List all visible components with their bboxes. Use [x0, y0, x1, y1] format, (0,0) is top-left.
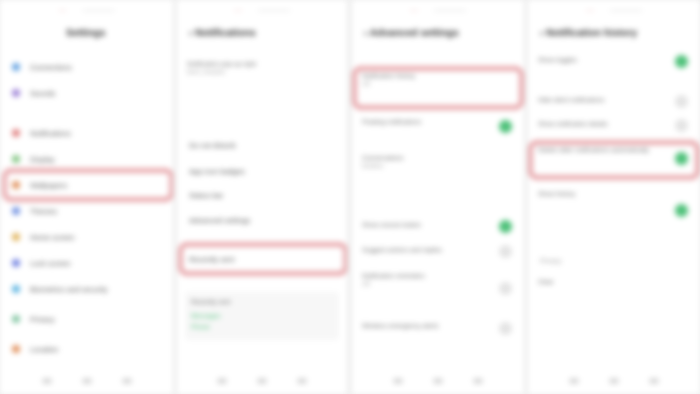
location-icon [12, 345, 20, 353]
recents-button[interactable] [393, 378, 403, 384]
recent-entry[interactable]: Phone [191, 323, 309, 332]
snooze-toggle[interactable] [499, 220, 512, 233]
history-item-show-history[interactable]: Show history [538, 190, 670, 199]
status-bar: ··· ············ [58, 6, 115, 15]
history-item-hide-silent[interactable]: Hide silent notifications [538, 96, 670, 105]
adv-item-floating-notifications[interactable]: Floating notifications [362, 118, 494, 127]
settings-item-privacy[interactable]: Privacy [12, 312, 163, 326]
show-toggles-toggle[interactable] [675, 55, 688, 68]
highlight-advanced-settings [178, 242, 347, 276]
page-title: ‹ Notification history [540, 28, 638, 39]
highlight-delete-older [528, 140, 700, 180]
back-button[interactable] [649, 378, 659, 384]
home-button[interactable] [433, 378, 443, 384]
display-icon [12, 155, 20, 163]
status-bar: ··· ············ [234, 6, 290, 15]
recent-card: Recently sent Messages Phone [185, 292, 339, 340]
floating-notifications-toggle[interactable] [499, 120, 512, 133]
history-item-show-toggles[interactable]: Show toggles [538, 56, 670, 65]
nav-bar [177, 378, 347, 384]
settings-item-notifications[interactable]: Notifications [12, 126, 163, 140]
home-button[interactable] [257, 378, 267, 384]
notifications-icon [12, 129, 20, 137]
adv-item-reminders[interactable]: Notification reminders Off [362, 272, 494, 290]
emergency-alerts-toggle[interactable] [499, 322, 512, 335]
nav-bar [0, 378, 173, 384]
suggest-actions-toggle[interactable] [499, 245, 512, 258]
themes-icon [12, 207, 20, 215]
screen-advanced-settings: ··· ············ ‹ Advanced settings Not… [352, 0, 524, 394]
settings-item-lock-screen[interactable]: Lock screen [12, 256, 163, 270]
back-button[interactable] [297, 378, 307, 384]
notif-item-app-icon-badges[interactable]: App icon badges [189, 164, 337, 178]
settings-item-sounds[interactable]: Sounds [12, 86, 163, 100]
home-button[interactable] [81, 378, 92, 384]
nav-bar [352, 378, 524, 384]
back-button[interactable] [121, 378, 132, 384]
recent-entry[interactable]: Messages [191, 312, 309, 321]
notif-item-do-not-disturb[interactable]: Do not disturb [189, 138, 337, 152]
notif-item-status-bar[interactable]: Status bar [189, 188, 337, 202]
adv-item-suggest-actions[interactable]: Suggest actions and replies [362, 246, 494, 255]
settings-item-home-screen[interactable]: Home screen [12, 230, 163, 244]
screen-settings: ··· ············ Settings Connections So… [0, 0, 173, 394]
section-label: Privacy [540, 258, 562, 265]
privacy-icon [12, 315, 20, 323]
nav-bar [528, 378, 700, 384]
home-screen-icon [12, 233, 20, 241]
settings-item-location[interactable]: Location [12, 342, 163, 356]
screen-notification-history: ··· ············ ‹ Notification history … [528, 0, 700, 394]
settings-item-biometrics[interactable]: Biometrics and security [12, 282, 163, 296]
sound-icon [12, 89, 20, 97]
highlight-notification-history [352, 66, 524, 110]
wifi-icon [12, 63, 20, 71]
adv-item-conversations[interactable]: Conversations Bubbles [362, 154, 494, 172]
reminders-toggle[interactable] [499, 282, 512, 295]
settings-item-themes[interactable]: Themes [12, 204, 163, 218]
highlight-notifications [2, 168, 173, 202]
screen-notifications: ··· ············ ‹ Notifications Notific… [177, 0, 347, 394]
adv-item-snooze[interactable]: Show snooze button [362, 221, 494, 230]
settings-item-connections[interactable]: Connections [12, 60, 163, 74]
history-item-clear[interactable]: Clear [538, 278, 670, 287]
show-history-toggle[interactable] [675, 204, 688, 217]
page-title: Settings [66, 28, 106, 39]
details-toggle[interactable] [675, 119, 688, 132]
lock-screen-icon [12, 259, 20, 267]
recents-button[interactable] [569, 378, 579, 384]
notif-item-advanced-settings[interactable]: Advanced settings [189, 213, 337, 227]
popup-style-setting[interactable]: Notification pop-up style Brief, Detaile… [187, 60, 317, 78]
recents-button[interactable] [217, 378, 227, 384]
hide-silent-toggle[interactable] [675, 95, 688, 108]
settings-item-display[interactable]: Display [12, 152, 163, 166]
recents-button[interactable] [41, 378, 52, 384]
history-item-details[interactable]: Show notification details [538, 120, 670, 129]
home-button[interactable] [609, 378, 619, 384]
recent-header: Recently sent [191, 299, 231, 306]
back-button[interactable] [473, 378, 483, 384]
status-bar: ··· ············ [586, 6, 642, 15]
page-title: ‹ Advanced settings [364, 28, 459, 39]
adv-item-emergency-alerts[interactable]: Wireless emergency alerts [362, 322, 494, 331]
status-bar: ··· ············ [410, 6, 466, 15]
security-icon [12, 285, 20, 293]
page-title: ‹ Notifications [189, 28, 256, 39]
